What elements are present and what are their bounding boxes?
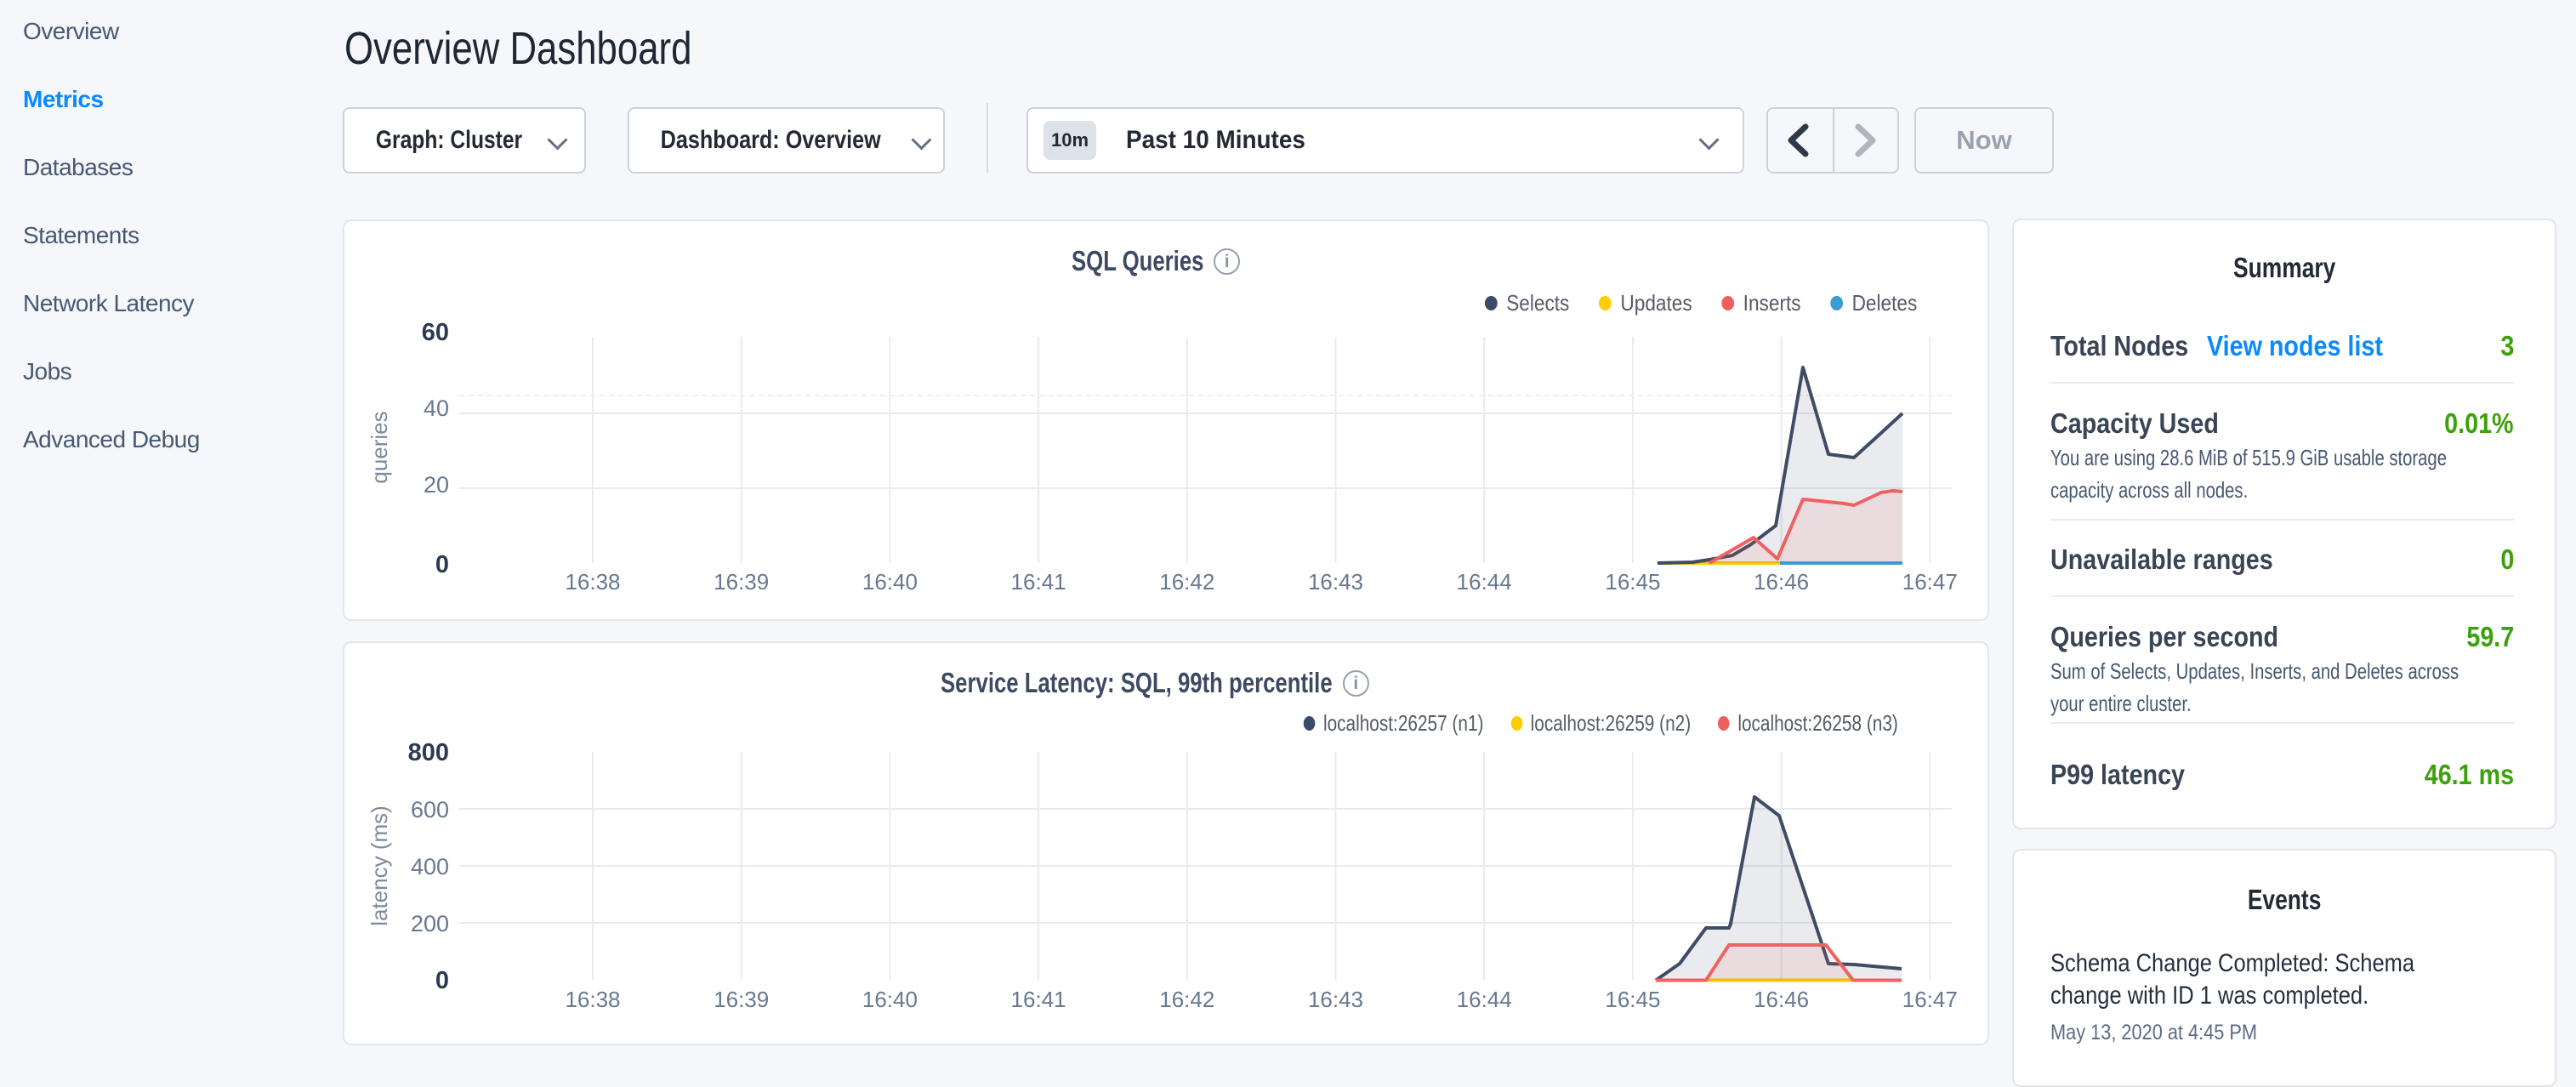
svg-text:600: 600 <box>411 797 449 822</box>
svg-text:16:46: 16:46 <box>1754 569 1809 595</box>
svg-text:16:43: 16:43 <box>1308 987 1363 1012</box>
svg-text:16:39: 16:39 <box>714 569 769 595</box>
svg-text:200: 200 <box>411 911 449 936</box>
svg-text:16:41: 16:41 <box>1011 987 1066 1012</box>
svg-text:latency (ms): latency (ms) <box>367 805 392 926</box>
svg-text:0: 0 <box>435 967 449 994</box>
svg-text:400: 400 <box>411 854 449 879</box>
svg-text:16:42: 16:42 <box>1159 987 1214 1012</box>
svg-text:40: 40 <box>424 396 449 421</box>
svg-text:16:38: 16:38 <box>565 987 620 1012</box>
svg-text:16:38: 16:38 <box>565 569 620 595</box>
svg-text:16:40: 16:40 <box>862 987 918 1012</box>
svg-text:800: 800 <box>408 739 449 766</box>
svg-text:16:42: 16:42 <box>1159 569 1214 595</box>
svg-text:16:45: 16:45 <box>1605 569 1660 595</box>
svg-text:16:40: 16:40 <box>862 569 918 595</box>
svg-text:16:46: 16:46 <box>1754 987 1809 1012</box>
svg-text:16:47: 16:47 <box>1902 569 1958 595</box>
svg-text:16:47: 16:47 <box>1902 987 1958 1012</box>
svg-text:20: 20 <box>424 472 449 498</box>
svg-text:60: 60 <box>422 319 449 346</box>
svg-text:0: 0 <box>435 551 449 578</box>
svg-text:16:44: 16:44 <box>1457 987 1512 1012</box>
svg-text:16:45: 16:45 <box>1605 987 1660 1012</box>
svg-text:16:39: 16:39 <box>714 987 769 1012</box>
svg-text:16:44: 16:44 <box>1457 569 1512 595</box>
svg-text:queries: queries <box>367 411 392 483</box>
svg-text:16:41: 16:41 <box>1011 569 1066 595</box>
svg-text:16:43: 16:43 <box>1308 569 1363 595</box>
